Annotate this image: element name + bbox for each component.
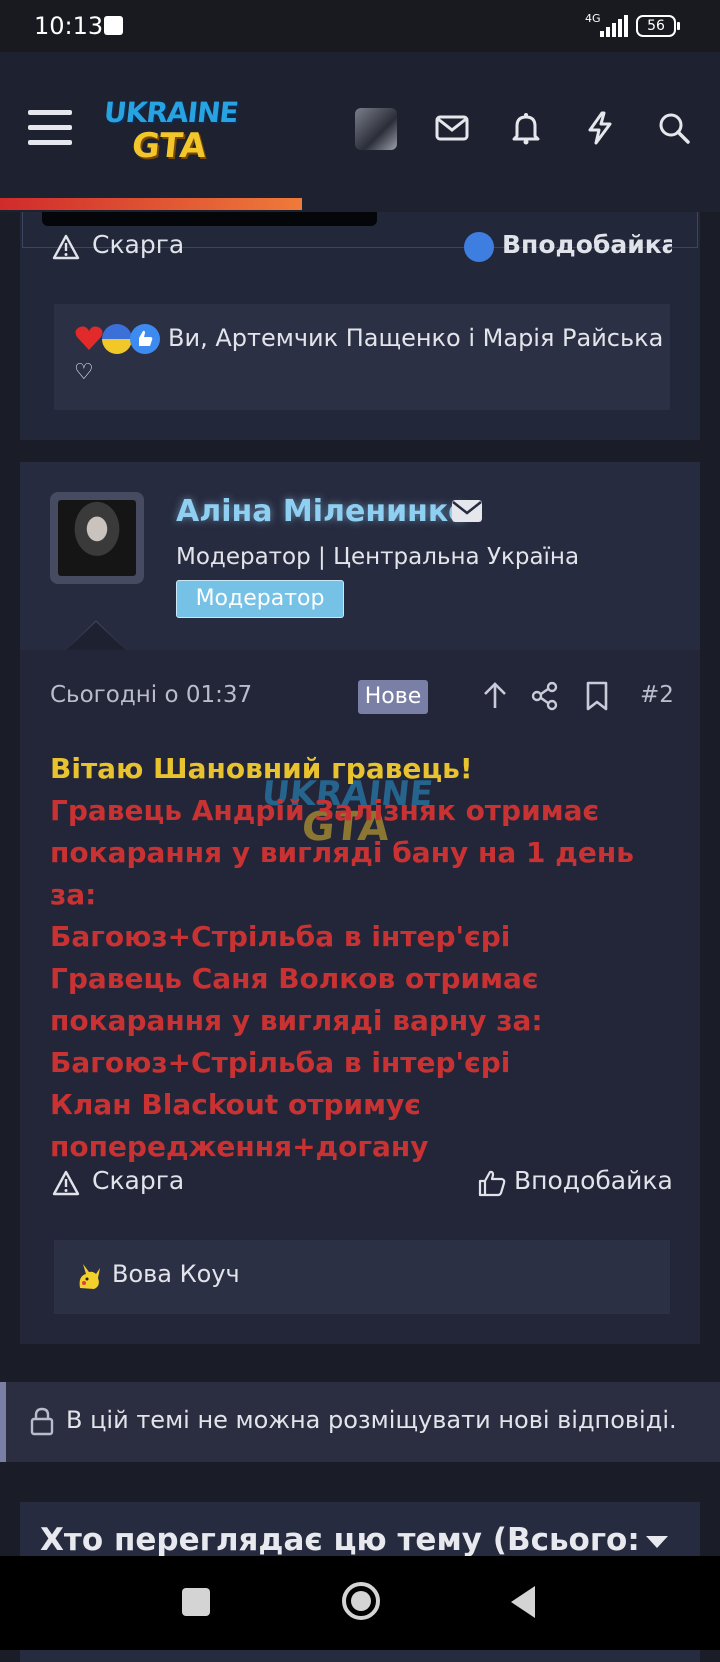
user-title: Модератор | Центральна Україна — [176, 544, 580, 570]
search-icon[interactable] — [656, 110, 692, 146]
report-button[interactable]: Скарга — [52, 1164, 252, 1204]
network-type: 4G — [585, 12, 601, 25]
bell-icon[interactable] — [508, 110, 544, 146]
post-greeting: Вітаю Шановний гравець! — [50, 752, 473, 785]
post-body: Вітаю Шановний гравець! Гравець Андрій З… — [50, 748, 690, 1168]
post-date[interactable]: Сьогодні о 01:37 — [50, 682, 252, 708]
post-line: Гравець Саня Волков отримає — [50, 962, 539, 995]
warning-icon — [52, 1170, 80, 1196]
report-label: Скарга — [92, 230, 185, 259]
reactions-bar[interactable]: Ви, Артемчик Пащенко і Марія Райська ♡ — [54, 304, 670, 410]
like-button[interactable]: Вподобайка — [462, 228, 672, 266]
battery-icon: 56 — [636, 15, 676, 37]
reactions-bar[interactable]: Вова Коуч — [54, 1240, 670, 1314]
post-line: Гравець Андрій Залізняк отримає — [50, 794, 600, 827]
signal-icon — [600, 15, 628, 37]
like-label: Вподобайка — [514, 1166, 673, 1195]
username-link[interactable]: Аліна Міленинко — [176, 494, 469, 529]
new-badge: Нове — [358, 680, 428, 714]
post-line: Багоюз+Стрільба в інтер'єрі — [50, 920, 511, 953]
share-icon[interactable] — [530, 680, 560, 712]
post-number-link[interactable]: #2 — [640, 682, 674, 708]
thread-locked-message: В цій темі не можна розміщувати нові від… — [66, 1406, 677, 1434]
like-reaction-icon — [130, 324, 160, 354]
envelope-icon[interactable] — [452, 500, 482, 522]
home-button[interactable] — [342, 1582, 380, 1620]
report-label: Скарга — [92, 1166, 185, 1195]
post-line: Клан Blackout отримує — [50, 1088, 421, 1121]
ukraine-reaction-icon — [102, 324, 132, 354]
user-avatar-button[interactable] — [355, 108, 397, 150]
back-button[interactable] — [508, 1584, 538, 1620]
logo-text-bottom: GTA — [129, 126, 209, 166]
bookmark-icon[interactable] — [584, 680, 610, 712]
envelope-icon[interactable] — [434, 110, 470, 146]
system-nav-bar — [0, 1556, 720, 1650]
read-progress-bar — [0, 198, 302, 210]
message-arrow — [66, 622, 126, 650]
like-button[interactable]: Вподобайка — [478, 1164, 678, 1204]
avatar-image — [58, 500, 136, 576]
menu-icon[interactable] — [28, 108, 72, 148]
reactions-tail: ♡ — [74, 360, 94, 385]
clock: 10:13 — [34, 12, 104, 40]
post-line: покарання у вигляді варну за: — [50, 1004, 543, 1037]
viewers-title[interactable]: Хто переглядає цю тему (Всього: — [40, 1522, 640, 1558]
status-bar: 10:13 4G 56 — [0, 0, 720, 52]
post-line: покарання у вигляді бану на 1 день за: — [50, 836, 634, 911]
recents-button[interactable] — [182, 1588, 210, 1616]
bolt-icon[interactable] — [582, 110, 618, 146]
upload-icon — [104, 16, 123, 35]
warning-icon — [52, 234, 80, 260]
user-banner-badge: Модератор — [176, 580, 344, 618]
lock-icon — [30, 1407, 54, 1436]
media-bar — [42, 212, 377, 226]
post-line: попередження+догану — [50, 1130, 429, 1163]
thumbs-up-icon — [478, 1170, 506, 1197]
reactions-text: Вова Коуч — [112, 1260, 240, 1288]
report-button[interactable]: Скарга — [52, 228, 252, 266]
post-line: Багоюз+Стрільба в інтер'єрі — [50, 1046, 511, 1079]
site-logo[interactable]: UKRAINE GTA — [102, 96, 239, 166]
chevron-down-icon[interactable] — [644, 1534, 670, 1550]
pikachu-reaction-icon — [74, 1262, 104, 1292]
like-reaction-icon — [464, 232, 494, 262]
arrow-up-icon[interactable] — [480, 680, 510, 712]
logo-text-top: UKRAINE — [102, 96, 240, 129]
reactions-text: Ви, Артемчик Пащенко і Марія Райська — [168, 324, 664, 352]
battery-tip — [677, 22, 680, 30]
notice-accent-bar — [0, 1382, 6, 1462]
heart-reaction-icon — [74, 324, 104, 352]
like-label: Вподобайка — [502, 230, 672, 259]
